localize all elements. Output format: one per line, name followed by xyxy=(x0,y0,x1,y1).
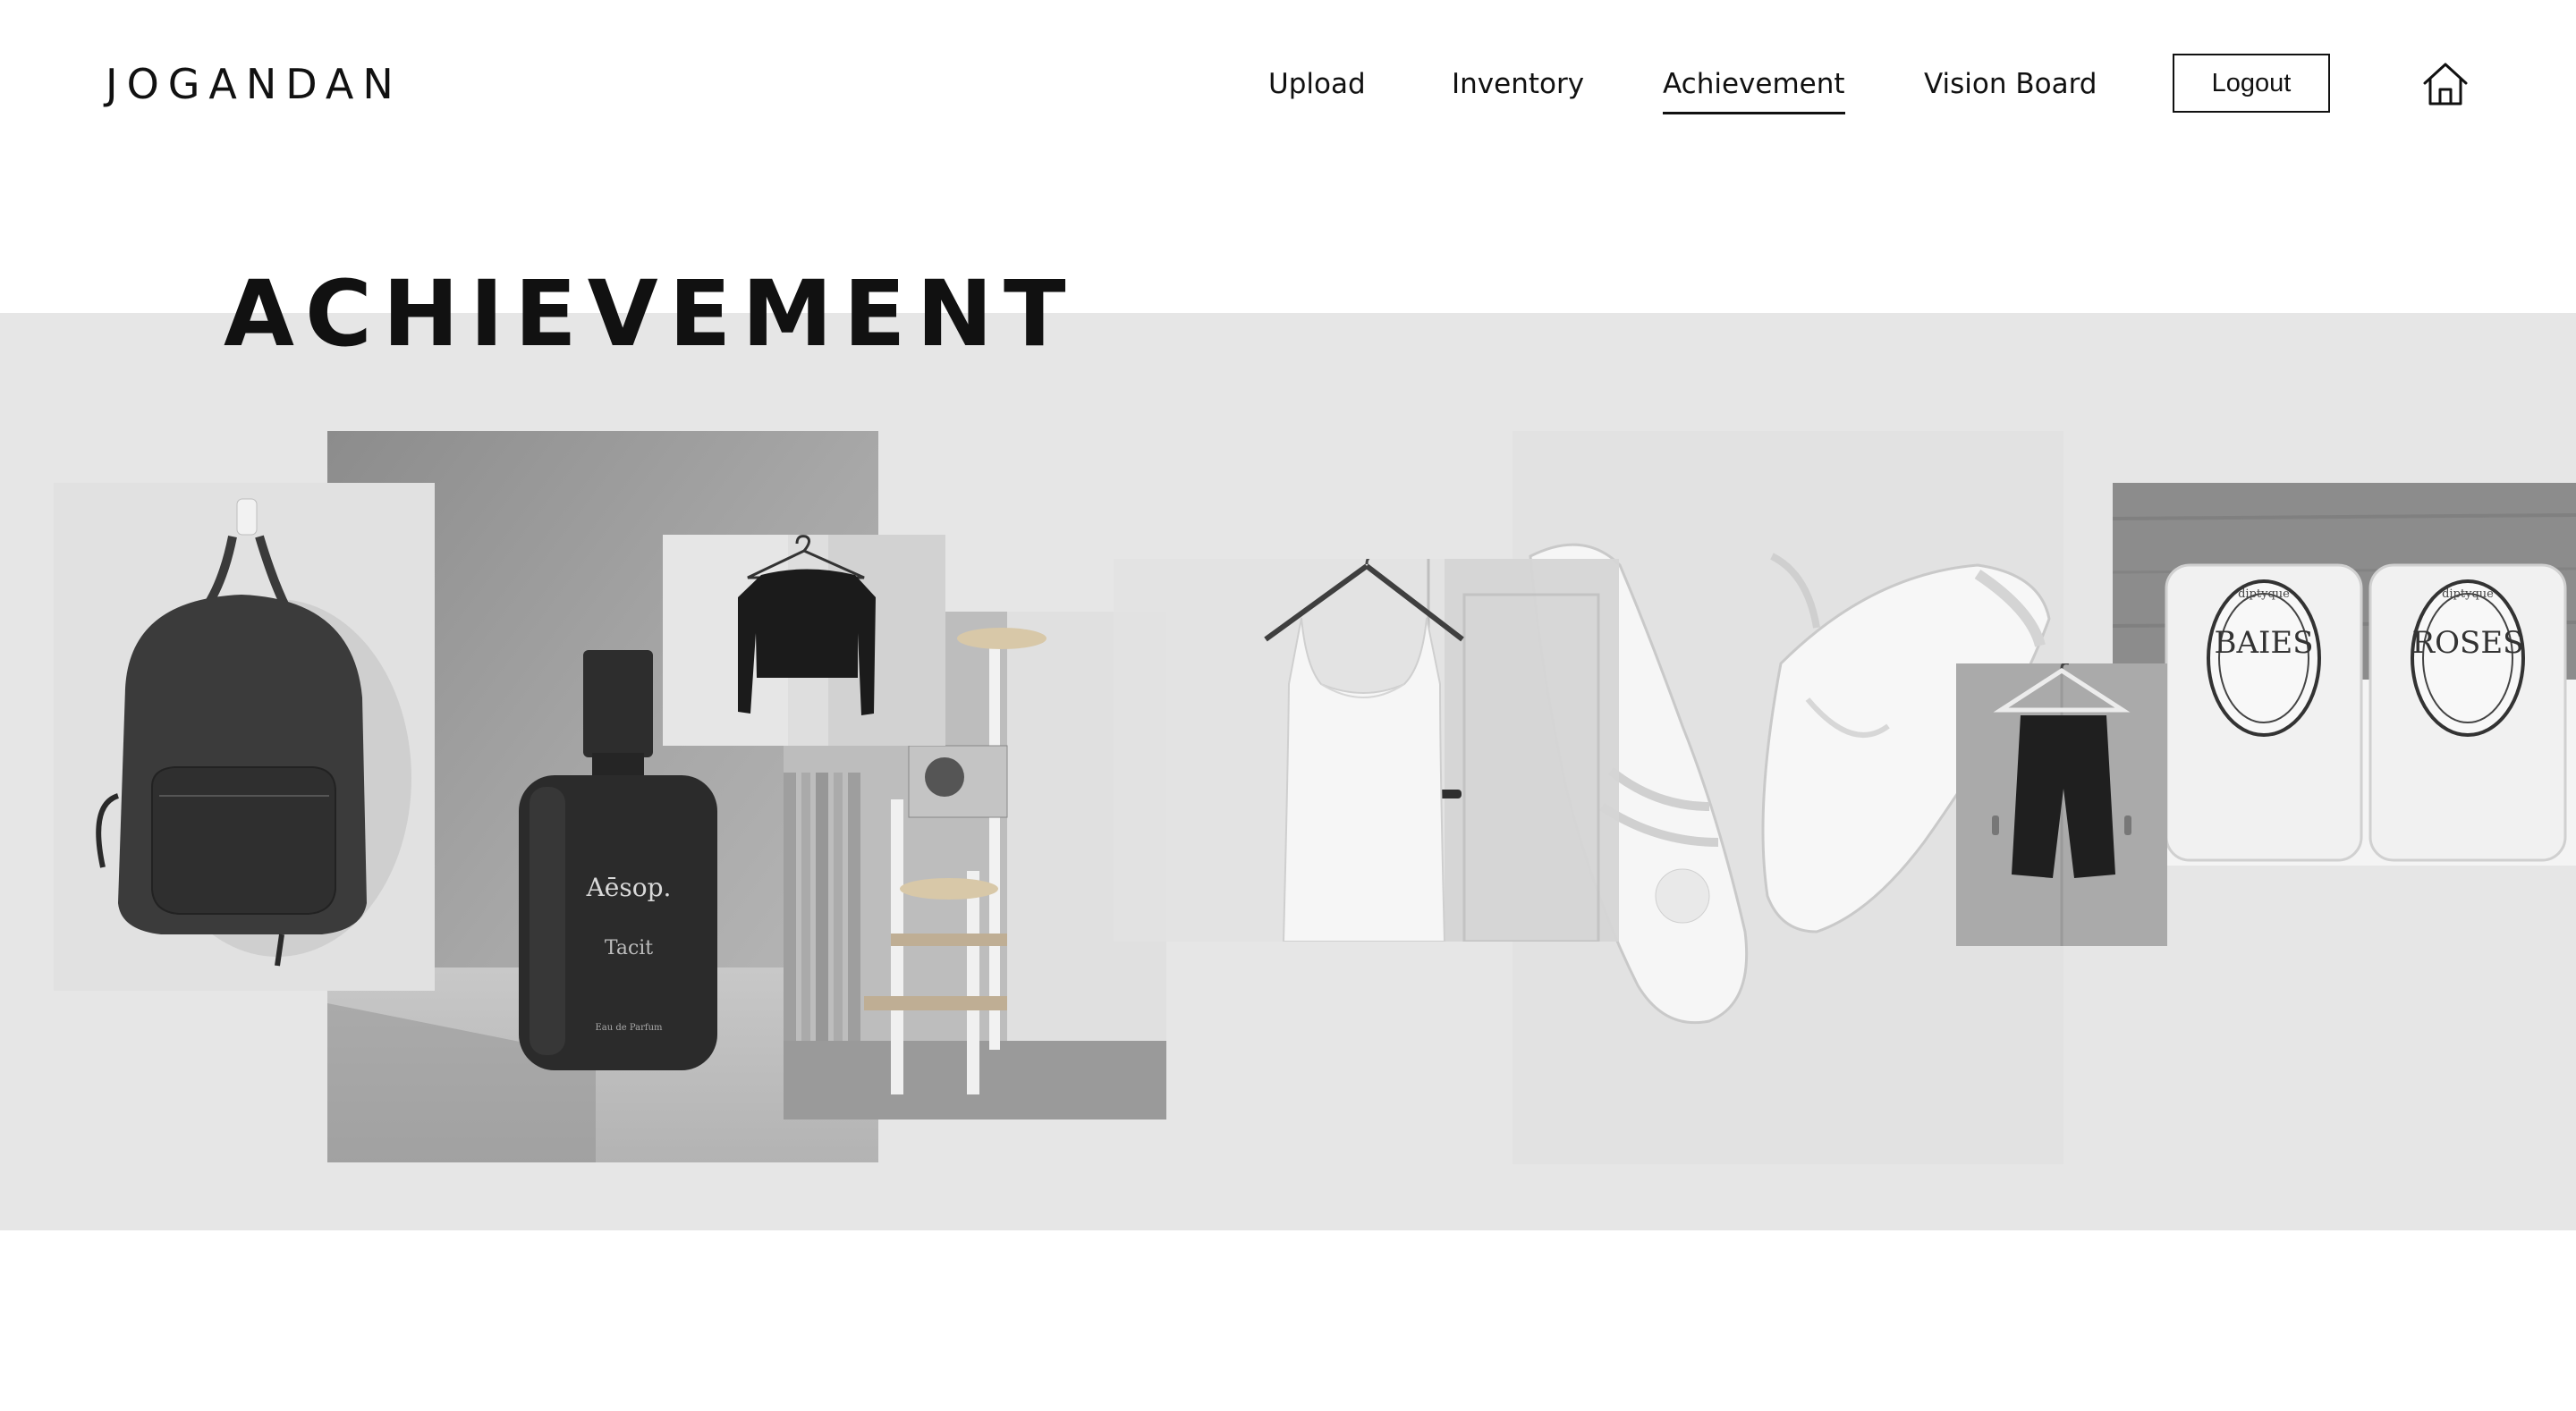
nav-achievement[interactable]: Achievement xyxy=(1663,64,1845,114)
candle-left-brand: diptyque xyxy=(2238,587,2290,601)
achievement-item-white-dress[interactable] xyxy=(1114,559,1619,942)
page: JOGANDAN Upload Inventory Achievement Vi… xyxy=(0,0,2576,1411)
achievement-item-backpack[interactable] xyxy=(54,483,435,991)
perfume-brand-text: Aēsop. xyxy=(586,873,672,902)
achievement-item-candles[interactable]: BAIES diptyque ROSES diptyque xyxy=(2113,483,2576,866)
achievement-item-crop-top[interactable] xyxy=(663,535,945,746)
perfume-product-text: Tacit xyxy=(605,937,653,959)
perfume-small-text: Eau de Parfum xyxy=(595,1023,663,1033)
page-title: ACHIEVEMENT xyxy=(224,261,1077,368)
candle-right-label: ROSES xyxy=(2412,625,2524,661)
nav-vision-board[interactable]: Vision Board xyxy=(1924,64,2097,104)
nav-inventory[interactable]: Inventory xyxy=(1452,64,1584,104)
achievement-item-shorts[interactable] xyxy=(1956,663,2167,946)
brand-logo[interactable]: JOGANDAN xyxy=(106,57,402,111)
nav-upload[interactable]: Upload xyxy=(1268,64,1366,104)
logout-button[interactable]: Logout xyxy=(2173,54,2330,113)
candle-left-label: BAIES xyxy=(2214,625,2313,661)
candle-right-brand: diptyque xyxy=(2442,587,2494,601)
home-icon[interactable] xyxy=(2420,59,2470,109)
